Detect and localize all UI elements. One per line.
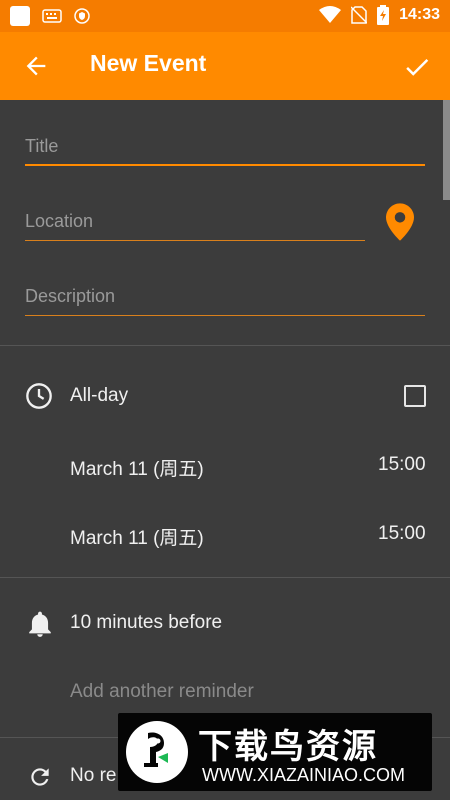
location-placeholder: Location: [25, 211, 94, 231]
divider: [0, 577, 450, 578]
status-bar: 14:33: [0, 0, 450, 32]
arrow-left-icon[interactable]: [22, 52, 50, 80]
wifi-icon: [319, 6, 342, 23]
start-date[interactable]: March 11 (周五): [70, 454, 204, 481]
app-square-icon: [10, 6, 30, 26]
description-underline: [25, 314, 425, 316]
watermark-text: 下载鸟资源: [198, 727, 378, 767]
location-underline: [25, 239, 365, 241]
location-field[interactable]: Location: [25, 207, 365, 241]
all-day-checkbox[interactable]: [404, 385, 426, 407]
title-placeholder: Title: [25, 136, 59, 156]
divider: [0, 345, 450, 346]
add-reminder[interactable]: Add another reminder: [70, 681, 254, 703]
repeat-icon: [31, 768, 49, 786]
app-bar: New Event: [0, 32, 450, 100]
bell-icon: [29, 611, 51, 637]
reminder-first[interactable]: 10 minutes before: [70, 612, 222, 634]
page-title: New Event: [90, 50, 207, 76]
repeat-label[interactable]: No re: [70, 765, 116, 787]
watermark-logo-icon: [126, 721, 188, 783]
title-field[interactable]: Title: [25, 132, 425, 166]
description-placeholder: Description: [25, 286, 116, 306]
description-field[interactable]: Description: [25, 282, 425, 316]
watermark: 下载鸟资源 WWW.XIAZAINIAO.COM: [118, 713, 432, 791]
all-day-label: All-day: [70, 385, 129, 406]
end-time[interactable]: 15:00: [378, 523, 426, 545]
location-pin-icon[interactable]: [386, 203, 414, 241]
battery-charging-icon: [377, 5, 390, 25]
status-time: 14:33: [399, 6, 440, 23]
watermark-url: WWW.XIAZAINIAO.COM: [202, 765, 405, 785]
start-time[interactable]: 15:00: [378, 454, 426, 476]
check-icon[interactable]: [402, 52, 432, 82]
keyboard-icon: [42, 9, 62, 23]
no-sim-icon: [351, 6, 368, 24]
end-date[interactable]: March 11 (周五): [70, 523, 204, 550]
shield-icon: [74, 8, 90, 24]
scrollbar[interactable]: [443, 100, 450, 200]
title-underline: [25, 164, 425, 166]
clock-icon: [26, 383, 52, 409]
